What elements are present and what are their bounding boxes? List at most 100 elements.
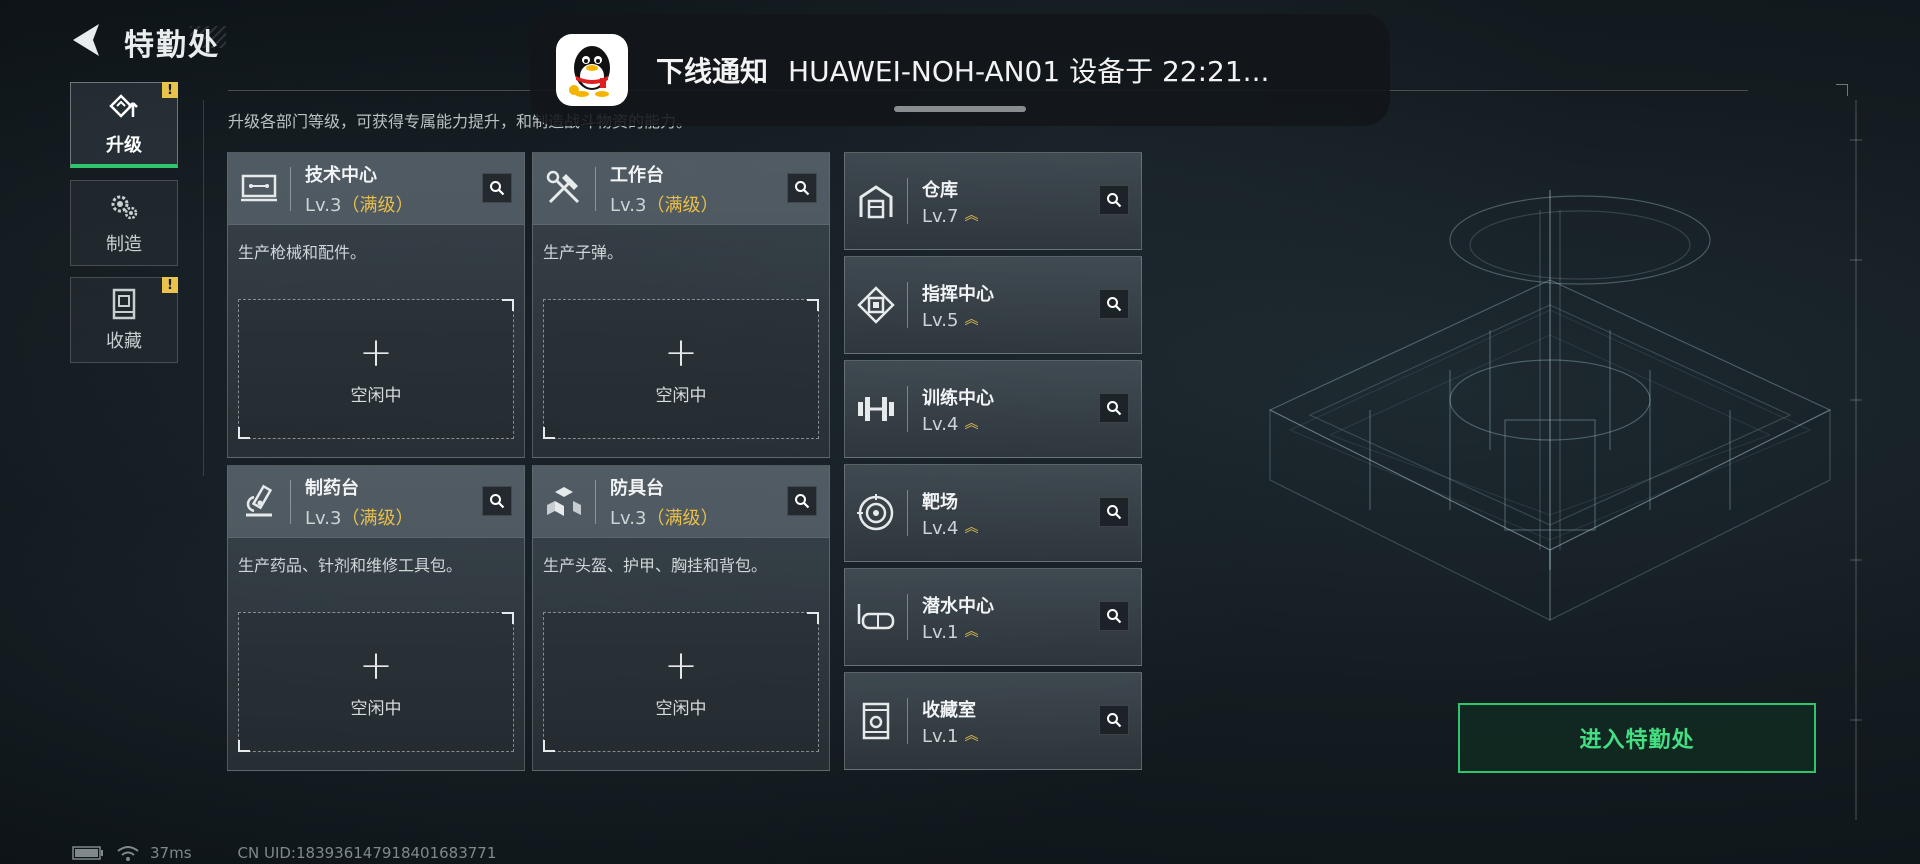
facility-level: Lv.4 [922,517,959,539]
side-tab-label: 制造 [106,234,142,255]
header-separator [595,166,596,211]
inspect-button[interactable] [787,173,817,203]
inspect-button[interactable] [1099,185,1129,215]
production-slot[interactable]: + 空闲中 [543,612,819,752]
inspect-button[interactable] [482,486,512,516]
slot-corner [807,299,819,311]
station-level: Lv.3 [610,194,647,216]
armor-bench-icon [533,466,595,538]
back-button[interactable] [66,18,106,62]
add-icon: + [359,329,393,376]
alert-badge: ! [162,277,178,293]
inspect-button[interactable] [1099,393,1129,423]
page-title: 特勤处 [124,28,220,63]
qq-app-icon [556,34,628,106]
notification-body: HUAWEI-NOH-AN01 设备于 22:21... [788,55,1270,88]
warehouse-icon [845,183,907,219]
collection-room-icon [845,702,907,740]
row-separator [907,698,908,744]
training-center-icon [845,394,907,424]
facility-level: Lv.4 [922,413,959,435]
station-description: 生产枪械和配件。 [238,243,367,262]
facility-name: 收藏室 [922,699,976,721]
battery-icon [72,846,103,860]
back-arrow-icon [73,24,99,56]
facility-name: 仓库 [922,179,958,201]
side-tab-craft[interactable]: 制造 [70,180,178,266]
station-name: 技术中心 [305,164,377,186]
inspect-button[interactable] [1099,601,1129,631]
gears-icon [108,190,140,224]
station-description: 生产药品、针剂和维修工具包。 [238,556,463,575]
slot-corner [543,740,555,752]
station-card-tech-center: 技术中心 Lv.3（满级） 生产枪械和配件。 + 空闲中 [227,152,525,458]
station-level: Lv.3 [305,507,342,529]
facility-warehouse[interactable]: 仓库 Lv.7 ︽ [844,152,1142,250]
station-card-workbench: 工作台 Lv.3（满级） 生产子弹。 + 空闲中 [532,152,830,458]
slot-corner [502,299,514,311]
divider-corner [1836,84,1848,96]
inspect-button[interactable] [1099,705,1129,735]
shooting-range-icon [845,494,907,532]
facility-diving-center[interactable]: 潜水中心 Lv.1 ︽ [844,568,1142,666]
upgrade-available-icon: ︽ [964,520,978,536]
facility-training-center[interactable]: 训练中心 Lv.4 ︽ [844,360,1142,458]
workbench-icon [533,153,595,225]
command-center-icon [845,286,907,324]
left-rail [203,100,204,476]
inspect-button[interactable] [787,486,817,516]
inspect-button[interactable] [482,173,512,203]
add-icon: + [664,642,698,689]
enter-special-ops-button[interactable]: 进入特勤处 [1458,703,1816,773]
facility-shooting-range[interactable]: 靶场 Lv.4 ︽ [844,464,1142,562]
max-level-tag: （满级） [646,507,719,529]
header-separator [290,479,291,524]
display-case-icon [110,287,138,321]
upgrade-available-icon: ︽ [964,208,978,224]
side-tab-upgrade[interactable]: 升级 ! [70,82,178,168]
magnifier-icon [1107,505,1122,520]
row-separator [907,386,908,432]
production-slot[interactable]: + 空闲中 [543,299,819,439]
tech-center-icon [228,153,290,225]
add-icon: + [359,642,393,689]
base-hologram-art [1268,190,1832,621]
side-tab-label: 收藏 [106,331,142,352]
facility-command-center[interactable]: 指挥中心 Lv.5 ︽ [844,256,1142,354]
slot-corner [238,427,250,439]
slot-corner [238,740,250,752]
facility-collection-room[interactable]: 收藏室 Lv.1 ︽ [844,672,1142,770]
production-slot[interactable]: + 空闲中 [238,612,514,752]
magnifier-icon [1107,609,1122,624]
station-level: Lv.3 [610,507,647,529]
facility-name: 靶场 [922,491,958,513]
decorative-scale [1850,100,1862,820]
station-header: 制药台 Lv.3（满级） [228,466,524,538]
upgrade-available-icon: ︽ [964,728,978,744]
side-tab-collection[interactable]: 收藏 ! [70,277,178,363]
magnifier-icon [795,181,810,196]
inspect-button[interactable] [1099,289,1129,319]
production-slot[interactable]: + 空闲中 [238,299,514,439]
offline-notification[interactable]: 下线通知 HUAWEI-NOH-AN01 设备于 22:21... [530,14,1390,126]
max-level-tag: （满级） [341,194,414,216]
station-card-pharmacy: 制药台 Lv.3（满级） 生产药品、针剂和维修工具包。 + 空闲中 [227,465,525,771]
drag-handle[interactable] [894,106,1026,112]
station-description: 生产子弹。 [543,243,624,262]
slot-corner [502,612,514,624]
station-name: 制药台 [305,477,359,499]
magnifier-icon [1107,297,1122,312]
magnifier-icon [795,494,810,509]
station-header: 技术中心 Lv.3（满级） [228,153,524,225]
alert-badge: ! [162,82,178,98]
station-level: Lv.3 [305,194,342,216]
station-header: 工作台 Lv.3（满级） [533,153,829,225]
row-separator [907,282,908,328]
user-uid: CN UID:183936147918401683771 [237,844,497,862]
inspect-button[interactable] [1099,497,1129,527]
magnifier-icon [1107,193,1122,208]
slot-status: 空闲中 [655,698,707,719]
ping-value: 37ms [150,844,192,862]
facility-level: Lv.5 [922,309,959,331]
wifi-icon [117,846,139,861]
